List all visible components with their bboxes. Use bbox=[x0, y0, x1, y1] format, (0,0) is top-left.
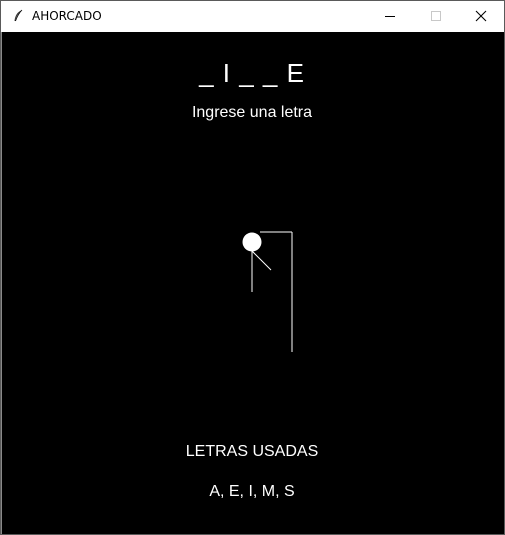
game-canvas: _ I _ _ E Ingrese una letra LETRAS USADA… bbox=[1, 32, 504, 534]
used-letters-heading: LETRAS USADAS bbox=[185, 443, 319, 460]
minimize-icon bbox=[385, 16, 395, 17]
close-button[interactable] bbox=[458, 1, 504, 31]
app-window: AHORCADO _ I _ _ E Ingrese una letra LET… bbox=[0, 0, 505, 535]
feather-icon bbox=[11, 9, 25, 23]
maximize-icon bbox=[431, 11, 441, 21]
window-title: AHORCADO bbox=[32, 9, 102, 23]
minimize-button[interactable] bbox=[367, 1, 413, 31]
close-icon bbox=[475, 10, 487, 22]
maximize-button[interactable] bbox=[413, 1, 459, 31]
title-bar[interactable]: AHORCADO bbox=[1, 1, 504, 31]
hangman-arm bbox=[251, 250, 272, 271]
used-letters-list: A, E, I, M, S bbox=[209, 483, 295, 500]
hangman-head bbox=[242, 232, 262, 252]
